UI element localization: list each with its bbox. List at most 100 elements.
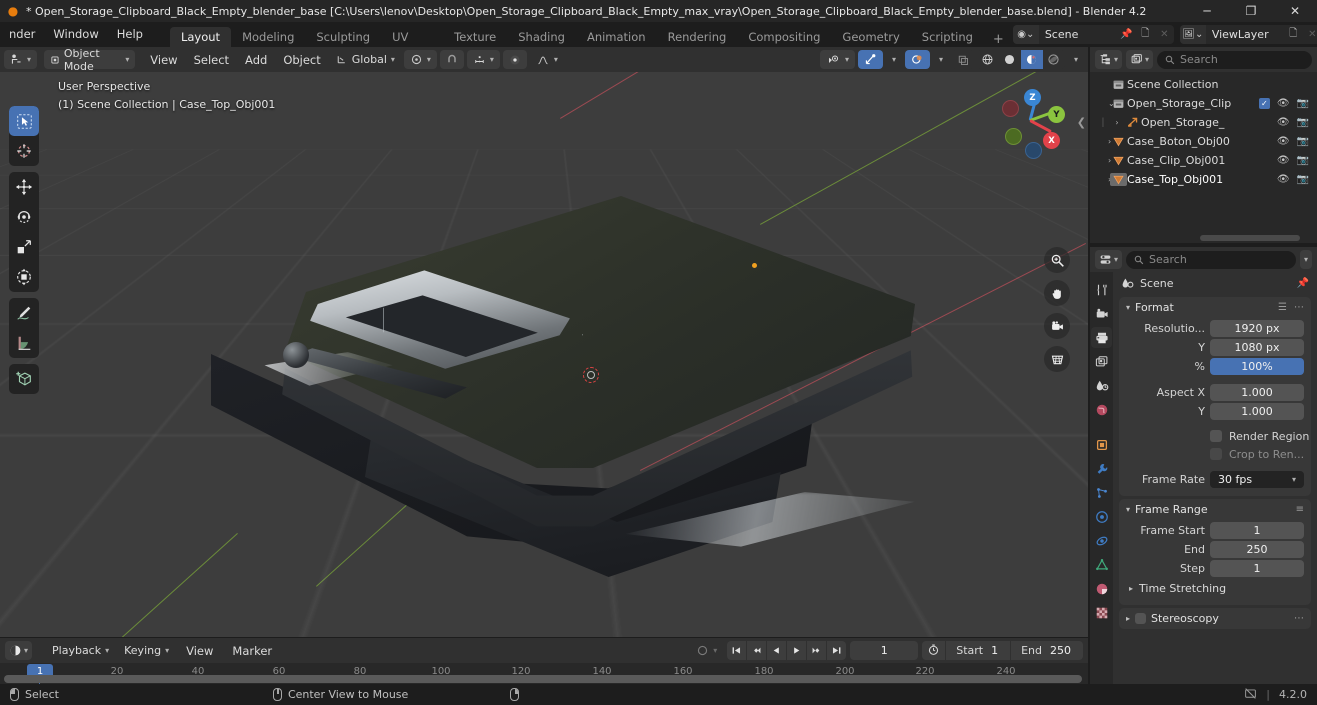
aspect-y-field[interactable]: 1.000 bbox=[1210, 402, 1304, 420]
visibility-selector[interactable]: ▾ bbox=[819, 50, 855, 69]
jump-end-icon[interactable] bbox=[827, 641, 847, 660]
timeline-ruler[interactable]: 20 40 60 80 100 120 140 160 180 200 220 … bbox=[0, 663, 1088, 705]
xray-toggle[interactable] bbox=[951, 50, 974, 69]
outliner-search-input[interactable]: Search bbox=[1157, 50, 1312, 69]
current-frame-field[interactable]: 1 bbox=[850, 641, 919, 660]
tweak-select-tool[interactable] bbox=[9, 106, 39, 136]
editor-separator-vertical[interactable] bbox=[1088, 47, 1090, 684]
stereoscopy-panel-header[interactable]: ▸ Stereoscopy ⋯ bbox=[1119, 608, 1311, 629]
crop-to-render-row[interactable]: Crop to Ren... bbox=[1119, 445, 1311, 463]
viewlayer-selector[interactable]: 🖼⌄ ViewLayer 🗋 ✕ bbox=[1179, 25, 1317, 44]
viewlayer-name[interactable]: ViewLayer bbox=[1206, 25, 1284, 44]
camera-icon[interactable]: 📷 bbox=[1297, 155, 1309, 166]
wireframe-shading-button[interactable] bbox=[976, 50, 999, 69]
collection-checkbox[interactable]: ✓ bbox=[1258, 98, 1270, 109]
collapse-triangle-icon[interactable]: ▾ bbox=[1126, 303, 1130, 312]
tab-texture-icon[interactable] bbox=[1091, 602, 1112, 623]
eye-icon[interactable]: 👁 bbox=[1277, 136, 1290, 147]
frame-range-panel-header[interactable]: ▾ Frame Range ≡ bbox=[1119, 499, 1311, 520]
shading-settings-dropdown[interactable]: ▾ bbox=[1068, 50, 1084, 69]
auto-keying-toggle[interactable]: ▾ bbox=[690, 641, 723, 660]
tab-physics-icon[interactable] bbox=[1091, 506, 1112, 527]
camera-icon[interactable]: 📷 bbox=[1297, 136, 1309, 147]
next-keyframe-icon[interactable] bbox=[807, 641, 827, 660]
stereoscopy-checkbox[interactable] bbox=[1135, 613, 1147, 624]
scale-tool[interactable] bbox=[9, 232, 39, 262]
timeline-menu-marker[interactable]: Marker bbox=[224, 644, 280, 658]
tab-layout[interactable]: Layout bbox=[169, 27, 232, 47]
snap-magnet-toggle[interactable] bbox=[439, 50, 464, 69]
frame-end-field[interactable]: 250 bbox=[1210, 540, 1304, 558]
remove-viewlayer-icon[interactable]: ✕ bbox=[1303, 25, 1317, 44]
outliner-row-case-clip[interactable]: › Case_Clip_Obj001 👁 📷 bbox=[1090, 151, 1317, 170]
collapse-triangle-icon[interactable]: ▾ bbox=[1126, 505, 1130, 514]
eye-icon[interactable]: 👁 bbox=[1277, 117, 1290, 128]
frame-rate-dropdown[interactable]: 30 fps ▾ bbox=[1210, 470, 1304, 488]
stopwatch-icon[interactable] bbox=[922, 643, 945, 659]
properties-filter-dropdown[interactable]: ▾ bbox=[1299, 250, 1312, 269]
tab-tool-icon[interactable] bbox=[1091, 279, 1112, 300]
editor-separator-timeline[interactable] bbox=[0, 637, 1088, 638]
zoom-icon[interactable] bbox=[1044, 247, 1070, 273]
start-value[interactable]: 1 bbox=[991, 641, 1010, 660]
proportional-editing-toggle[interactable] bbox=[502, 50, 527, 69]
rotate-tool[interactable] bbox=[9, 202, 39, 232]
presets-list-icon[interactable]: ☰ bbox=[1278, 302, 1287, 313]
panel-drag-icon[interactable]: ⋯ bbox=[1294, 302, 1304, 313]
gizmo-settings-dropdown[interactable]: ▾ bbox=[886, 50, 902, 69]
close-button[interactable]: ✕ bbox=[1273, 0, 1317, 22]
tab-scene-icon[interactable] bbox=[1091, 375, 1112, 396]
add-workspace-button[interactable]: + bbox=[984, 32, 1013, 47]
tab-constraints-icon[interactable] bbox=[1091, 530, 1112, 551]
tab-uv-editing[interactable]: UV Editing bbox=[381, 27, 443, 64]
expand-triangle-icon[interactable]: ▸ bbox=[1126, 614, 1130, 623]
transform-orientation-selector[interactable]: Global ▾ bbox=[329, 50, 401, 69]
viewport-menu-object[interactable]: Object bbox=[275, 53, 328, 67]
viewport-menu-view[interactable]: View bbox=[142, 53, 185, 67]
viewport-menu-add[interactable]: Add bbox=[237, 53, 275, 67]
tab-output-icon[interactable] bbox=[1091, 327, 1112, 348]
outliner-editor-type-selector[interactable]: ▾ bbox=[1095, 50, 1123, 69]
gizmo-ball-neg-y[interactable] bbox=[1005, 128, 1022, 145]
tab-view-layer-icon[interactable] bbox=[1091, 351, 1112, 372]
expand-arrow[interactable]: ⌄ bbox=[1096, 99, 1115, 108]
annotate-tool[interactable] bbox=[9, 298, 39, 328]
transform-tool[interactable] bbox=[9, 262, 39, 292]
tab-data-icon[interactable] bbox=[1091, 554, 1112, 575]
camera-view-icon[interactable] bbox=[1044, 313, 1070, 339]
render-region-checkbox[interactable] bbox=[1210, 430, 1222, 442]
tab-object-icon[interactable] bbox=[1091, 434, 1112, 455]
jump-start-icon[interactable] bbox=[727, 641, 747, 660]
rendered-shading-button[interactable] bbox=[1042, 50, 1065, 69]
camera-icon[interactable]: 📷 bbox=[1297, 117, 1309, 128]
material-preview-shading-button[interactable] bbox=[1020, 50, 1043, 69]
timeline-menu-view[interactable]: View bbox=[178, 644, 221, 658]
timeline-menu-playback[interactable]: Playback ▾ bbox=[46, 641, 115, 660]
menu-window[interactable]: Window bbox=[44, 22, 107, 47]
ortho-persp-icon[interactable] bbox=[1044, 346, 1070, 372]
timeline-horizontal-scrollbar[interactable] bbox=[4, 675, 1082, 683]
snap-pivot-selector[interactable]: ▾ bbox=[403, 50, 437, 69]
panel-drag-icon[interactable]: ⋯ bbox=[1294, 613, 1304, 624]
tab-modifier-icon[interactable] bbox=[1091, 458, 1112, 479]
gizmo-ball-neg-x[interactable] bbox=[1002, 100, 1019, 117]
pan-hand-icon[interactable] bbox=[1044, 280, 1070, 306]
show-gizmo-toggle[interactable] bbox=[857, 50, 883, 69]
move-tool[interactable] bbox=[9, 172, 39, 202]
maximize-button[interactable]: ❐ bbox=[1229, 0, 1273, 22]
gizmo-ball-x[interactable]: X bbox=[1043, 132, 1060, 149]
new-viewlayer-icon[interactable]: 🗋 bbox=[1284, 25, 1303, 44]
scene-selector[interactable]: ◉⌄ Scene 📌 🗋 ✕ bbox=[1012, 25, 1174, 44]
tab-scripting[interactable]: Scripting bbox=[911, 27, 984, 47]
outliner-row-case-boton[interactable]: › Case_Boton_Obj00 👁 📷 bbox=[1090, 132, 1317, 151]
mode-selector[interactable]: Object Mode ▾ bbox=[43, 47, 136, 73]
tab-render-icon[interactable] bbox=[1091, 303, 1112, 324]
tab-particles-icon[interactable] bbox=[1091, 482, 1112, 503]
properties-editor-type-selector[interactable]: ▾ bbox=[1095, 250, 1123, 269]
play-reverse-icon[interactable] bbox=[767, 641, 787, 660]
solid-shading-button[interactable] bbox=[998, 50, 1021, 69]
properties-search-input[interactable]: Search bbox=[1126, 250, 1296, 269]
tab-sculpting[interactable]: Sculpting bbox=[305, 27, 381, 47]
camera-icon[interactable]: 📷 bbox=[1297, 174, 1309, 185]
tab-animation[interactable]: Animation bbox=[576, 27, 657, 47]
